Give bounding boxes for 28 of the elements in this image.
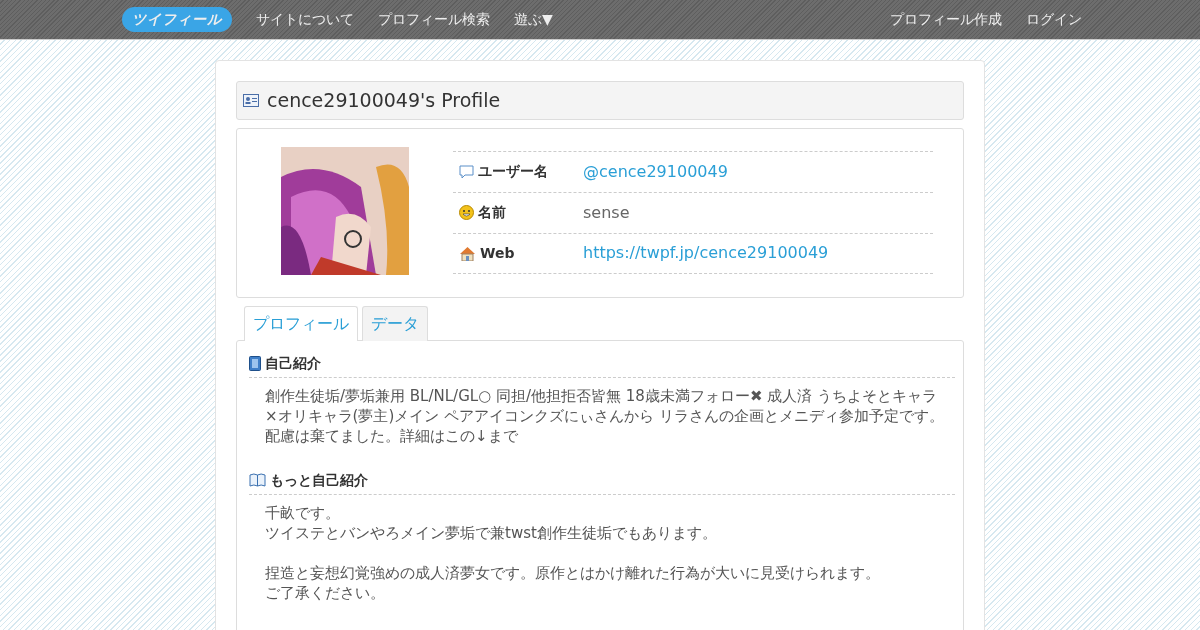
text-line: ご了承ください。 [265,582,386,603]
nav-link[interactable]: プロフィール作成 [890,9,1002,30]
notebook-icon [249,355,261,371]
field-label: Web [480,243,515,263]
smiley-icon [459,205,474,220]
field-link[interactable]: https://twpf.jp/cence29100049 [583,241,829,265]
text-line: 千畝です。 [265,502,341,523]
field-value: sense [583,201,630,224]
nav-link[interactable]: サイトについて [256,9,354,30]
text-line: 捏造と妄想幻覚強めの成人済夢女です。原作とはかけ離れた行為が大いに見受けられます。 [265,562,881,583]
nav-link[interactable]: ログイン [1026,9,1082,30]
field-label: 名前 [478,203,506,222]
id-card-icon [243,93,259,107]
section-heading: もっと自己紹介 [270,470,368,490]
book-icon [249,473,266,487]
field-label: ユーザー名 [478,162,548,181]
text-line: ツイステとバンやろメイン夢垢で兼twst創作生徒垢でもあります。 [265,522,718,543]
text-line: 創作生徒垢/夢垢兼用 BL/NL/GL○ 同担/他担拒否皆無 18歳未満フォロー✖ 成人済 うちよそとキャラ×オリキャラ(夢主)メイン ペアアイコンクズにぃさんから リラさんの企画とメニディ参加予定です。配慮は棄てました。詳細はこの↓まで [265,385,945,446]
profile-title: cence29100049's Profile [267,88,501,113]
nav-link[interactable]: 遊ぶ▼ [514,9,553,30]
logo[interactable]: ツイフィール [122,7,232,32]
tab[interactable]: データ [362,305,428,341]
nav-link[interactable]: プロフィール検索 [378,9,490,30]
field-link[interactable]: @cence29100049 [583,159,728,184]
section-heading: 自己紹介 [265,353,321,373]
house-icon [459,245,476,261]
speech-bubble-icon [459,164,474,179]
tab[interactable]: プロフィール [244,305,358,341]
